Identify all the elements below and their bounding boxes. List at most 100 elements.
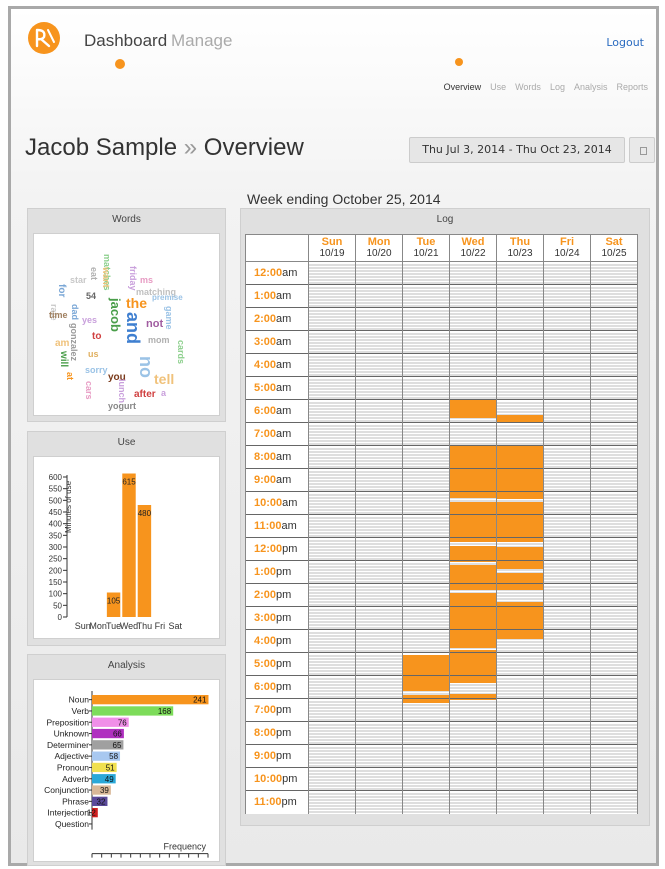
log-cell: [308, 330, 356, 354]
nav-dashboard[interactable]: Dashboard: [84, 31, 167, 51]
analysis-bar: [92, 695, 209, 705]
tab-words[interactable]: Words: [515, 82, 541, 92]
log-cell: [590, 652, 638, 676]
log-cell: [308, 261, 356, 285]
log-cell: [543, 284, 591, 308]
log-cell: [308, 284, 356, 308]
word-cloud-word: premise: [152, 293, 183, 302]
section-name: Overview: [203, 134, 304, 161]
log-cell: [402, 445, 450, 469]
log-cell: [590, 767, 638, 791]
word-cloud-word: yes: [82, 315, 98, 325]
log-activity-block: [497, 630, 543, 639]
analysis-category-label: Question: [55, 819, 89, 829]
log-cell: [355, 790, 403, 814]
word-cloud-word: not: [146, 318, 164, 330]
log-activity-block: [497, 515, 543, 537]
word-cloud-word: cars: [84, 381, 94, 400]
log-cell: [496, 537, 544, 561]
log-cell: [543, 353, 591, 377]
log-cell: [496, 583, 544, 607]
log-cell: [496, 652, 544, 676]
log-activity-block: [450, 699, 496, 701]
log-cell: [590, 307, 638, 331]
log-cell: [308, 353, 356, 377]
use-x-tick-label: Fri: [155, 621, 166, 631]
tab-overview[interactable]: Overview: [444, 82, 482, 92]
log-cell: [449, 675, 497, 699]
word-cloud-word: dad: [70, 304, 80, 321]
analysis-panel: Analysis Noun 241 Verb 168 Preposition 76 Unkn…: [27, 654, 226, 869]
word-cloud-word: will: [58, 351, 69, 368]
use-bar-label: 105: [107, 597, 121, 606]
log-cell: [449, 468, 497, 492]
log-cell: [355, 606, 403, 630]
analysis-bar-label: 32: [97, 797, 106, 806]
log-activity-block: [497, 415, 543, 422]
log-cell: [355, 307, 403, 331]
log-cell: [355, 353, 403, 377]
analysis-category-label: Conjunction: [44, 785, 89, 795]
log-cell: [449, 767, 497, 791]
tab-reports[interactable]: Reports: [616, 82, 648, 92]
log-activity-block: [497, 573, 543, 583]
log-cell: [402, 353, 450, 377]
log-cell: [590, 330, 638, 354]
log-hour-label: 5:00pm: [245, 652, 309, 676]
use-x-tick-label: Wed: [120, 621, 138, 631]
log-hour-label: 11:00am: [245, 514, 309, 538]
log-cell: [355, 629, 403, 653]
log-hour-row: 7:00am: [245, 422, 638, 446]
log-activity-block: [450, 515, 496, 537]
log-cell: [355, 560, 403, 584]
log-cell: [355, 445, 403, 469]
log-hour-label: 8:00am: [245, 445, 309, 469]
log-cell: [355, 261, 403, 285]
log-cell: [402, 491, 450, 515]
log-cell: [496, 698, 544, 722]
log-cell: [543, 767, 591, 791]
use-bar: [137, 505, 152, 617]
tab-analysis[interactable]: Analysis: [574, 82, 608, 92]
logo-icon[interactable]: [28, 22, 60, 54]
use-y-tick-label: 450: [49, 508, 63, 517]
use-chart-area: 0 50 100 150 200 250 300 350 400 450 500 550 600 Minu…: [33, 456, 220, 639]
logout-link[interactable]: Logout: [606, 36, 644, 49]
log-hour-row: 2:00pm: [245, 583, 638, 607]
word-cloud-word: after: [134, 389, 156, 400]
log-cell: [308, 422, 356, 446]
log-day-header: Thu 10/23: [496, 234, 544, 262]
log-cell: [590, 422, 638, 446]
word-cloud-word: for: [56, 284, 67, 298]
log-activity-block: [497, 546, 543, 560]
log-activity-block: [450, 446, 496, 468]
log-activity-block: [497, 601, 543, 606]
log-hour-row: 11:00pm: [245, 790, 638, 814]
sub-nav: Overview Use Words Log Analysis Reports: [444, 82, 648, 92]
log-cell: [543, 422, 591, 446]
log-day-date: 10/22: [460, 248, 486, 259]
log-hour-label: 9:00pm: [245, 744, 309, 768]
word-cloud-word: a: [161, 388, 167, 398]
log-cell: [590, 721, 638, 745]
tab-use[interactable]: Use: [490, 82, 506, 92]
log-hour-row: 10:00pm: [245, 767, 638, 791]
app-frame: Dashboard Manage Logout Overview Use Wor…: [8, 6, 659, 869]
nav-manage[interactable]: Manage: [171, 31, 232, 51]
log-cell: [308, 514, 356, 538]
log-cell: [308, 583, 356, 607]
log-cell: [355, 744, 403, 768]
use-panel: Use 0 50 100 150 200 250 300 350 400 450 500 550 600…: [27, 431, 226, 646]
log-cell: [402, 422, 450, 446]
use-y-tick-label: 100: [49, 590, 63, 599]
week-title: Week ending October 25, 2014: [247, 191, 441, 207]
tab-log[interactable]: Log: [550, 82, 565, 92]
analysis-bar-label: 58: [109, 752, 118, 761]
log-cell: [590, 629, 638, 653]
log-day-header: Wed 10/22: [449, 234, 497, 262]
log-cell: [590, 376, 638, 400]
date-range-picker[interactable]: Thu Jul 3, 2014 - Thu Oct 23, 2014: [409, 137, 625, 163]
log-cell: [308, 445, 356, 469]
calendar-icon[interactable]: [629, 137, 655, 163]
analysis-bar-label: 241: [193, 696, 207, 705]
